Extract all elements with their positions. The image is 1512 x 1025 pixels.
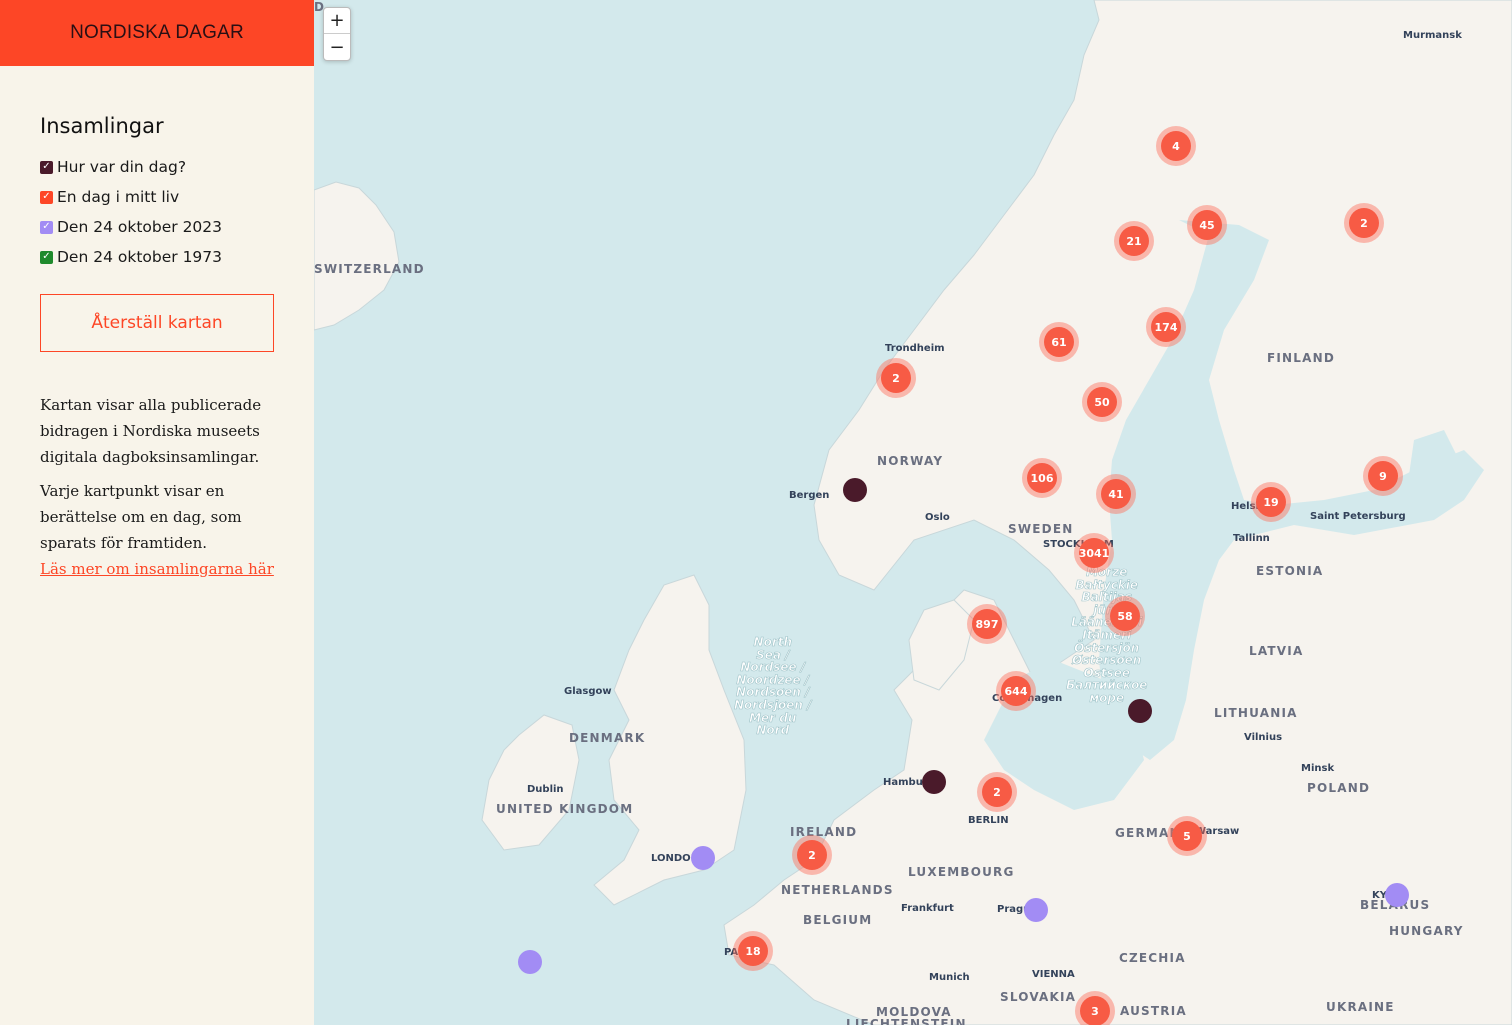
cluster-marker[interactable]: 58 bbox=[1105, 596, 1145, 636]
cluster-marker[interactable]: 2 bbox=[792, 835, 832, 875]
filter-checkbox[interactable]: ✓ bbox=[40, 250, 53, 264]
filter-checkbox[interactable]: ✓ bbox=[40, 160, 53, 174]
reset-map-button[interactable]: Återställ kartan bbox=[40, 294, 274, 352]
zoom-out-button[interactable]: − bbox=[324, 34, 350, 60]
filter-2[interactable]: ✓ En dag i mitt liv bbox=[40, 182, 274, 212]
sidebar: NORDISKA DAGAR Insamlingar ✓ Hur var din … bbox=[0, 0, 314, 1025]
map-basemap[interactable] bbox=[314, 0, 1512, 1025]
cluster-marker[interactable]: 45 bbox=[1187, 205, 1227, 245]
cluster-marker[interactable]: 2 bbox=[1344, 203, 1384, 243]
cluster-marker[interactable]: 18 bbox=[733, 931, 773, 971]
story-marker[interactable] bbox=[843, 478, 867, 502]
story-marker[interactable] bbox=[1024, 898, 1048, 922]
cluster-count: 2 bbox=[797, 840, 827, 870]
filter-3[interactable]: ✓ Den 24 oktober 2023 bbox=[40, 212, 274, 242]
filter-4[interactable]: ✓ Den 24 oktober 1973 bbox=[40, 242, 274, 272]
cluster-marker[interactable]: 5 bbox=[1167, 816, 1207, 856]
zoom-control: + − bbox=[323, 7, 351, 61]
cluster-marker[interactable]: 2 bbox=[977, 772, 1017, 812]
cluster-marker[interactable]: 21 bbox=[1114, 221, 1154, 261]
filter-checkbox[interactable]: ✓ bbox=[40, 190, 53, 204]
cluster-count: 897 bbox=[972, 609, 1002, 639]
cluster-marker[interactable]: 106 bbox=[1022, 458, 1062, 498]
cluster-count: 41 bbox=[1101, 479, 1131, 509]
cluster-marker[interactable]: 644 bbox=[996, 671, 1036, 711]
cluster-count: 4 bbox=[1161, 131, 1191, 161]
cluster-marker[interactable]: 19 bbox=[1251, 482, 1291, 522]
cluster-marker[interactable]: 174 bbox=[1146, 307, 1186, 347]
filter-label: Den 24 oktober 1973 bbox=[57, 248, 223, 266]
cluster-marker[interactable]: 3 bbox=[1075, 991, 1115, 1025]
cluster-count: 50 bbox=[1087, 387, 1117, 417]
story-marker[interactable] bbox=[1385, 883, 1409, 907]
filter-checkbox[interactable]: ✓ bbox=[40, 220, 53, 234]
story-marker[interactable] bbox=[1128, 699, 1152, 723]
read-more-link[interactable]: Läs mer om insamlingarna här bbox=[40, 556, 274, 582]
story-marker[interactable] bbox=[922, 770, 946, 794]
cluster-marker[interactable]: 61 bbox=[1039, 322, 1079, 362]
cluster-marker[interactable]: 4 bbox=[1156, 126, 1196, 166]
zoom-in-button[interactable]: + bbox=[324, 8, 350, 34]
cluster-count: 21 bbox=[1119, 226, 1149, 256]
cluster-count: 61 bbox=[1044, 327, 1074, 357]
cluster-count: 2 bbox=[881, 363, 911, 393]
story-marker[interactable] bbox=[518, 950, 542, 974]
cluster-marker[interactable]: 9 bbox=[1363, 456, 1403, 496]
cluster-marker[interactable]: 3041 bbox=[1074, 533, 1114, 573]
cluster-count: 18 bbox=[738, 936, 768, 966]
collection-filters: ✓ Hur var din dag? ✓ En dag i mitt liv ✓ Den … bbox=[40, 152, 274, 272]
filter-label: Hur var din dag? bbox=[57, 158, 187, 176]
brand-title[interactable]: NORDISKA DAGAR bbox=[70, 22, 244, 44]
cluster-count: 644 bbox=[1001, 676, 1031, 706]
cluster-count: 106 bbox=[1027, 463, 1057, 493]
cluster-count: 3 bbox=[1080, 996, 1110, 1025]
filter-label: Den 24 oktober 2023 bbox=[57, 218, 223, 236]
brand-header[interactable]: NORDISKA DAGAR bbox=[0, 0, 314, 66]
cluster-count: 19 bbox=[1256, 487, 1286, 517]
filter-label: En dag i mitt liv bbox=[57, 188, 180, 206]
cluster-marker[interactable]: 897 bbox=[967, 604, 1007, 644]
map-view[interactable]: + − Murmansk Trondheim Bergen Oslo STOCKHOLM… bbox=[314, 0, 1512, 1025]
cluster-count: 58 bbox=[1110, 601, 1140, 631]
filter-panel: Insamlingar ✓ Hur var din dag? ✓ En dag i m… bbox=[0, 66, 314, 582]
description-text: Kartan visar alla publicerade bidragen i… bbox=[40, 396, 262, 466]
cluster-marker[interactable]: 2 bbox=[876, 358, 916, 398]
cluster-count: 5 bbox=[1172, 821, 1202, 851]
cluster-count: 2 bbox=[1349, 208, 1379, 238]
cluster-count: 3041 bbox=[1079, 538, 1109, 568]
cluster-marker[interactable]: 50 bbox=[1082, 382, 1122, 422]
cluster-marker[interactable]: 41 bbox=[1096, 474, 1136, 514]
story-marker[interactable] bbox=[691, 846, 715, 870]
cluster-count: 174 bbox=[1151, 312, 1181, 342]
cluster-count: 45 bbox=[1192, 210, 1222, 240]
description-text-2: Varje kartpunkt visar en berättelse om e… bbox=[40, 482, 242, 552]
collections-heading: Insamlingar bbox=[40, 114, 164, 138]
cluster-count: 9 bbox=[1368, 461, 1398, 491]
cluster-count: 2 bbox=[982, 777, 1012, 807]
filter-1[interactable]: ✓ Hur var din dag? bbox=[40, 152, 274, 182]
